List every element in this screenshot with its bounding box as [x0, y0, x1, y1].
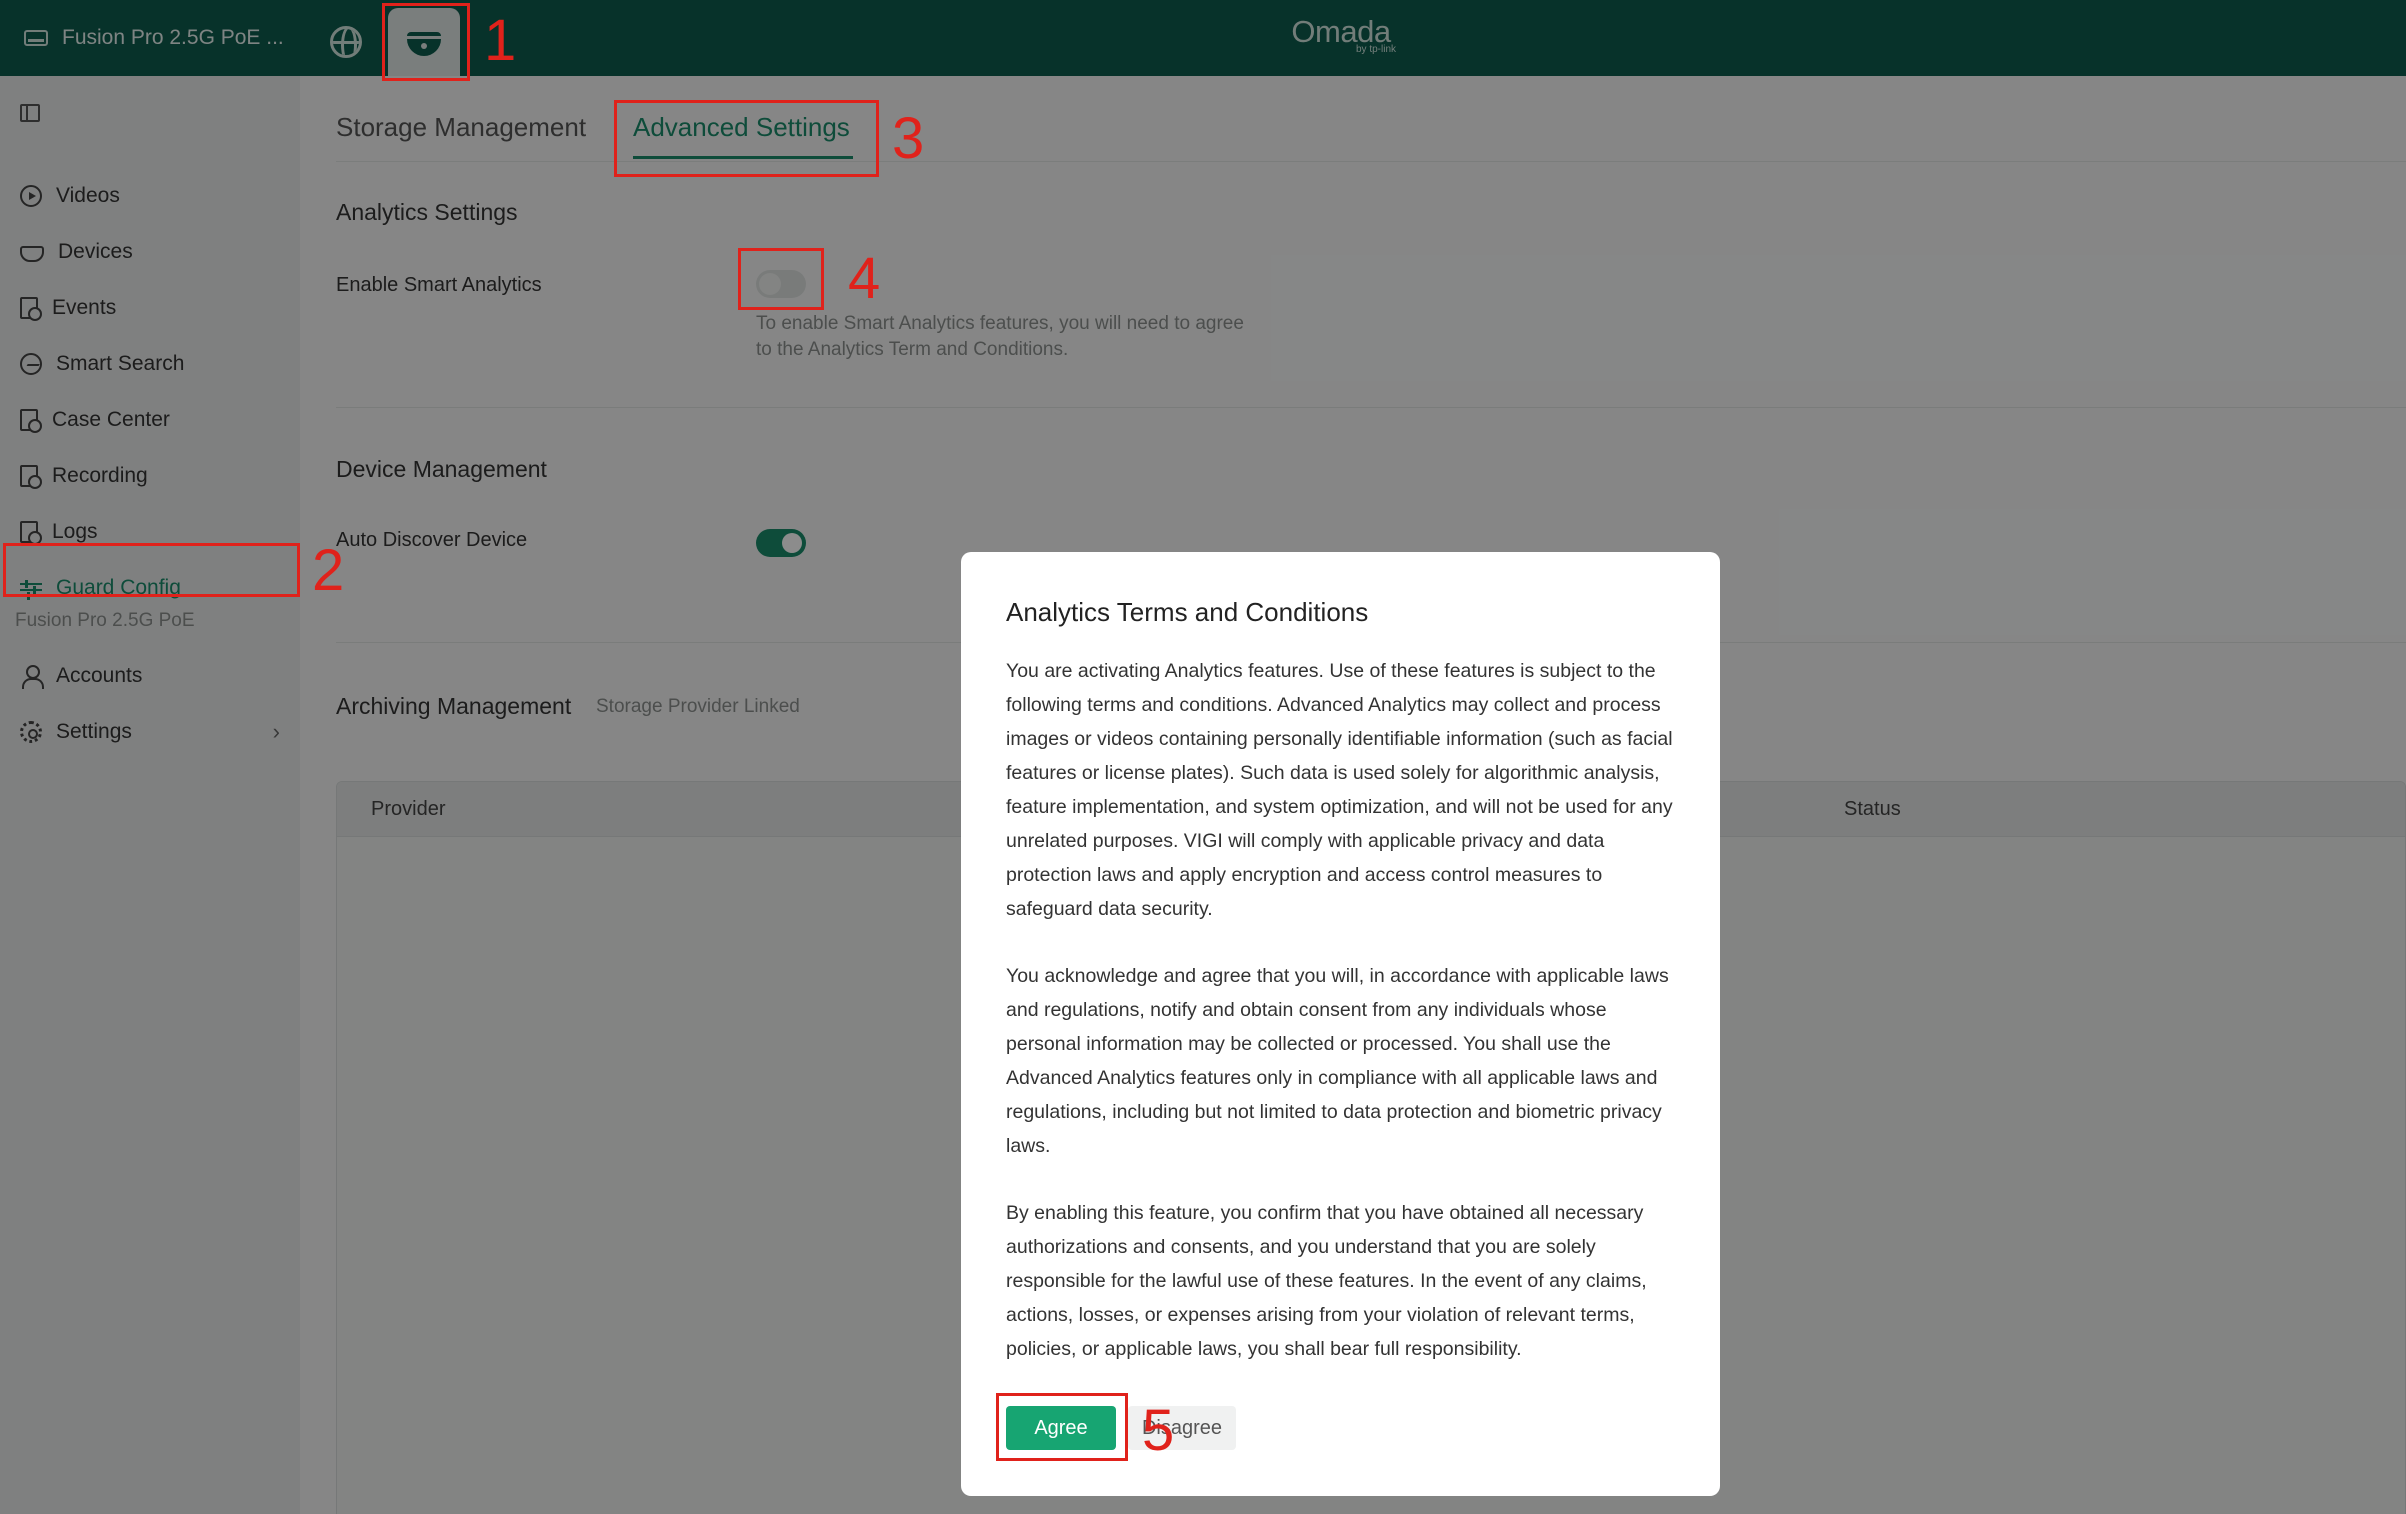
- modal-body: You are activating Analytics features. U…: [1006, 654, 1686, 1399]
- annotation-box: [996, 1393, 1128, 1461]
- annotation-number: 3: [892, 106, 925, 171]
- annotation-number: 4: [848, 246, 881, 311]
- annotation-box: [738, 248, 824, 310]
- annotation-number: 1: [484, 8, 517, 73]
- terms-paragraph: By enabling this feature, you confirm th…: [1006, 1202, 1647, 1360]
- annotation-box: [382, 3, 470, 81]
- annotation-box: [614, 100, 879, 177]
- terms-modal: Analytics Terms and Conditions You are a…: [961, 552, 1720, 1496]
- terms-paragraph: You are activating Analytics features. U…: [1006, 660, 1673, 920]
- annotation-number: 2: [312, 538, 345, 603]
- annotation-number: 5: [1142, 1398, 1175, 1463]
- annotation-box: [3, 543, 300, 597]
- terms-paragraph: You acknowledge and agree that you will,…: [1006, 965, 1669, 1157]
- modal-title: Analytics Terms and Conditions: [1006, 597, 1369, 627]
